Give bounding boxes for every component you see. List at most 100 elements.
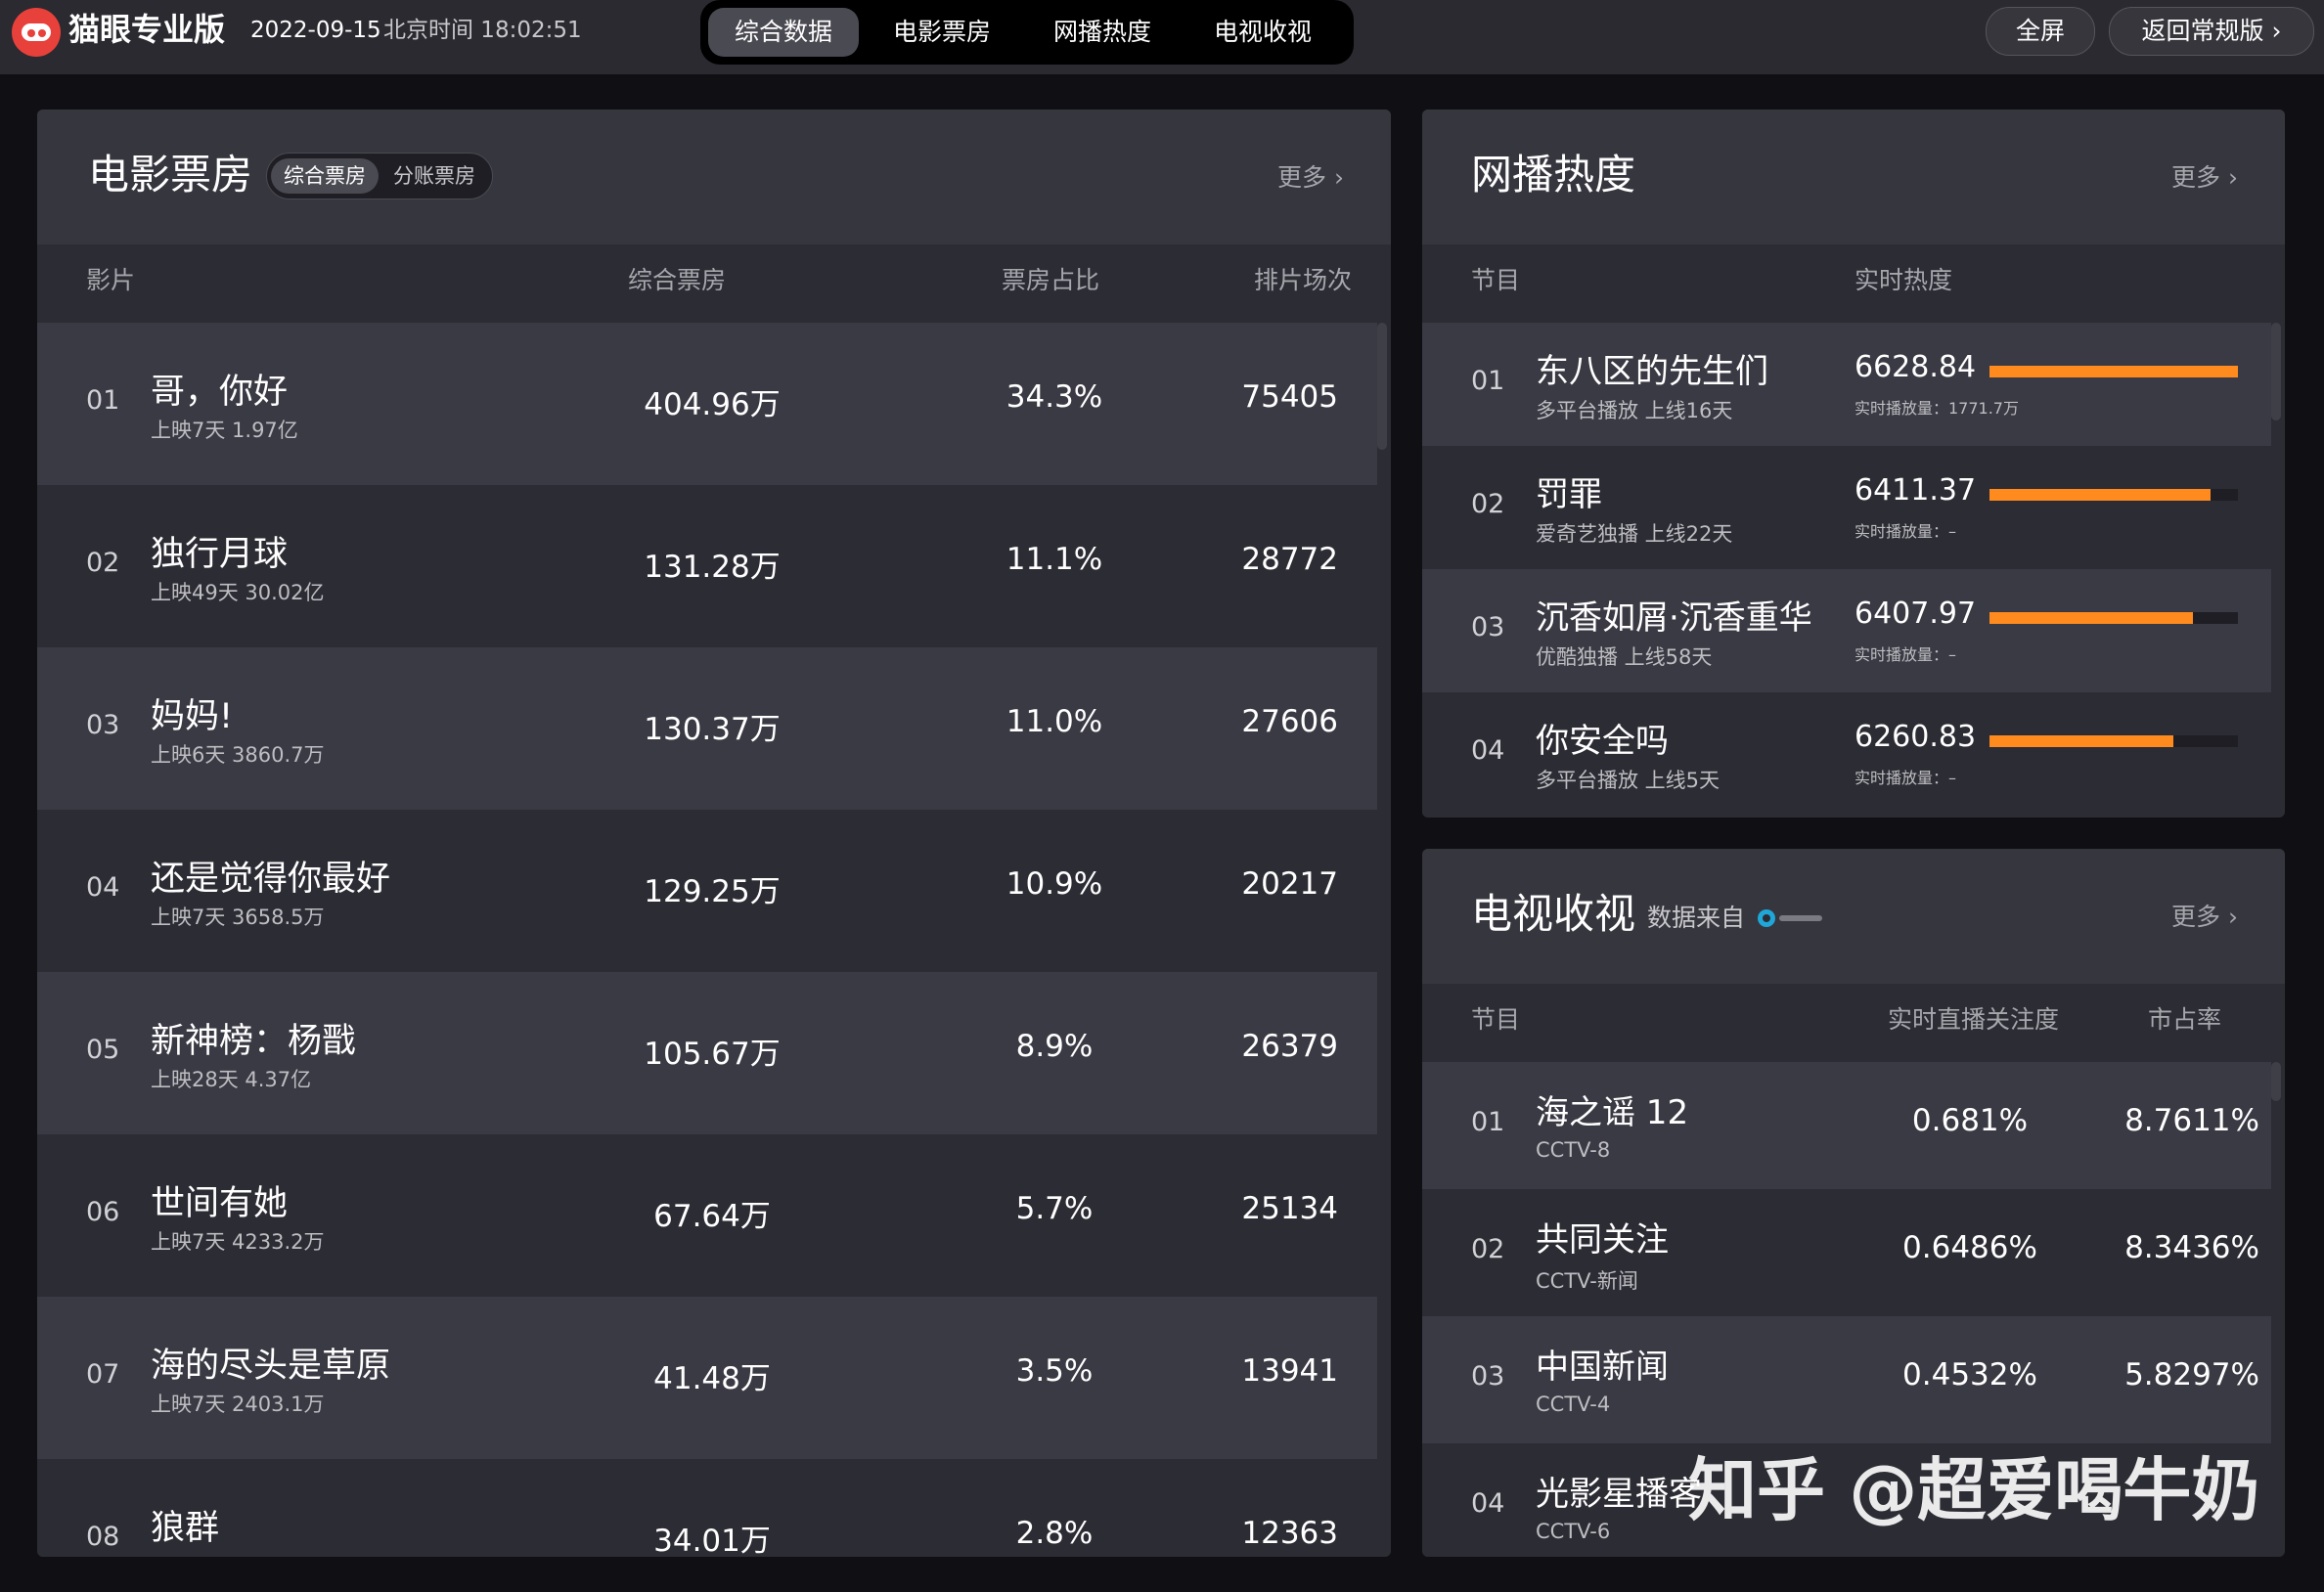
film-share: 8.9% [1015, 1029, 1094, 1064]
rank-number: 02 [86, 548, 120, 578]
rank-number: 01 [1471, 366, 1505, 396]
film-shows: 27606 [1241, 704, 1338, 739]
film-title: 还是觉得你最好 [151, 860, 391, 899]
rank-number: 04 [86, 872, 120, 903]
col-market-share: 市占率 [2148, 1005, 2222, 1034]
tv-channel: CCTV-新闻 [1536, 1269, 1638, 1293]
web-heat-row[interactable]: 04 你安全吗 多平台播放 上线5天 6260.83 实时播放量：– [1422, 692, 2271, 816]
web-heat-row[interactable]: 02 罚罪 爱奇艺独播 上线22天 6411.37 实时播放量：– [1422, 446, 2271, 569]
market-share-value: 5.8297% [2124, 1357, 2259, 1393]
film-share: 10.9% [1006, 866, 1103, 902]
tv-ratings-scrollbar[interactable] [2271, 1062, 2281, 1101]
heat-bar-fill [1989, 612, 2193, 624]
tv-channel: CCTV-8 [1536, 1138, 1611, 1162]
heat-bar-fill [1989, 366, 2238, 377]
heat-bar-fill [1989, 489, 2211, 501]
realtime-plays: 实时播放量：– [1855, 769, 1957, 787]
film-gross: 105.67万 [644, 1037, 781, 1072]
boxoffice-row[interactable]: 08 狼群 34.01万 2.8% 12363 [37, 1459, 1377, 1557]
tv-channel: CCTV-4 [1536, 1393, 1611, 1416]
csm-logo-icon [1757, 907, 1825, 929]
back-to-classic-button[interactable]: 返回常规版 › [2109, 7, 2314, 56]
tv-ratings-row[interactable]: 01 海之谣 12 CCTV-8 0.681% 8.7611% [1422, 1062, 2271, 1189]
rank-number: 01 [86, 385, 120, 416]
film-release-info: 上映7天 2403.1万 [151, 1393, 325, 1416]
boxoffice-row[interactable]: 05 新神榜：杨戬 上映28天 4.37亿 105.67万 8.9% 26379 [37, 972, 1377, 1134]
live-attention-value: 0.6486% [1902, 1230, 2037, 1265]
film-title: 世间有她 [151, 1184, 289, 1223]
tab-overview[interactable]: 综合数据 [708, 8, 859, 57]
boxoffice-panel: 电影票房 综合票房 分账票房 更多 › 影片 综合票房 票房占比 排片场次 01… [37, 110, 1391, 1557]
film-shows: 13941 [1241, 1353, 1338, 1389]
tv-data-source-label: 数据来自 [1647, 904, 1746, 932]
film-gross: 404.96万 [644, 387, 781, 422]
tv-program-title: 光影星播客 [1536, 1475, 1702, 1514]
market-share-value: 8.7611% [2124, 1103, 2259, 1138]
rank-number: 05 [86, 1035, 120, 1065]
tv-ratings-row[interactable]: 03 中国新闻 CCTV-4 0.4532% 5.8297% [1422, 1316, 2271, 1443]
boxoffice-more-link[interactable]: 更多 › [1277, 158, 1344, 194]
boxoffice-title: 电影票房 [88, 151, 253, 199]
toggle-combined-boxoffice[interactable]: 综合票房 [271, 158, 379, 194]
boxoffice-row[interactable]: 04 还是觉得你最好上映7天 3658.5万 129.25万 10.9% 20217 [37, 810, 1377, 972]
heat-bar [1989, 489, 2238, 501]
web-heat-panel: 网播热度 更多 › 节目 实时热度 01 东八区的先生们 多平台播放 上线16天 66… [1422, 110, 2285, 818]
program-title: 罚罪 [1536, 475, 1602, 514]
tab-boxoffice[interactable]: 电影票房 [867, 8, 1017, 57]
col-film: 影片 [86, 266, 136, 294]
film-release-info: 上映7天 3658.5万 [151, 906, 325, 929]
col-gross: 综合票房 [628, 266, 727, 294]
boxoffice-scrollbar[interactable] [1377, 323, 1387, 450]
film-shows: 26379 [1241, 1029, 1338, 1064]
rank-number: 02 [1471, 1234, 1505, 1264]
tab-web-heat[interactable]: 网播热度 [1027, 8, 1178, 57]
boxoffice-row[interactable]: 01 哥，你好 上映7天 1.97亿 404.96万 34.3% 75405 [37, 323, 1377, 485]
rank-number: 04 [1471, 735, 1505, 766]
web-heat-row[interactable]: 03 沉香如屑·沉香重华 优酷独播 上线58天 6407.97 实时播放量：– [1422, 569, 2271, 692]
web-heat-scrollbar[interactable] [2271, 323, 2281, 420]
boxoffice-row[interactable]: 06 世间有她 上映7天 4233.2万 67.64万 5.7% 25134 [37, 1134, 1377, 1297]
film-share: 34.3% [1006, 379, 1103, 415]
web-heat-more-link[interactable]: 更多 › [2171, 158, 2238, 194]
top-bar: 猫眼专业版 2022-09-15 北京时间 18:02:51 综合数据 电影票房… [0, 0, 2324, 74]
rank-number: 02 [1471, 489, 1505, 519]
fullscreen-button[interactable]: 全屏 [1986, 7, 2095, 56]
tv-ratings-title: 电视收视 [1471, 890, 1636, 938]
film-shows: 20217 [1241, 866, 1338, 902]
zhihu-watermark: 知乎 @超爱喝牛奶 [1688, 1450, 2260, 1530]
realtime-heat-value: 6407.97 [1855, 597, 1977, 631]
main-nav: 综合数据 电影票房 网播热度 电视收视 [700, 0, 1354, 65]
col-shows: 排片场次 [1254, 266, 1353, 294]
tv-ratings-more-link[interactable]: 更多 › [2171, 898, 2238, 933]
boxoffice-row[interactable]: 02 独行月球 上映49天 30.02亿 131.28万 11.1% 28772 [37, 485, 1377, 647]
boxoffice-row[interactable]: 07 海的尽头是草原 上映7天 2403.1万 41.48万 3.5% 13941 [37, 1297, 1377, 1459]
brand-name: 猫眼专业版 [68, 11, 226, 48]
rank-number: 08 [86, 1522, 120, 1552]
web-heat-row[interactable]: 01 东八区的先生们 多平台播放 上线16天 6628.84 实时播放量：1771.7万 [1422, 323, 2271, 446]
toggle-split-boxoffice[interactable]: 分账票房 [380, 158, 488, 194]
tv-ratings-row[interactable]: 02 共同关注 CCTV-新闻 0.6486% 8.3436% [1422, 1189, 2271, 1316]
film-release-info: 上映49天 30.02亿 [151, 581, 325, 604]
film-share: 2.8% [1015, 1516, 1094, 1551]
film-release-info: 上映28天 4.37亿 [151, 1068, 312, 1091]
film-gross: 130.37万 [644, 712, 781, 747]
program-platform-info: 多平台播放 上线5天 [1536, 769, 1721, 792]
rank-number: 03 [1471, 612, 1505, 642]
program-title: 东八区的先生们 [1536, 352, 1768, 391]
film-share: 3.5% [1015, 1353, 1094, 1389]
col-live-attention: 实时直播关注度 [1888, 1005, 2060, 1034]
realtime-plays: 实时播放量：1771.7万 [1855, 399, 2019, 418]
film-title: 哥，你好 [151, 373, 289, 412]
col-share: 票房占比 [1002, 266, 1100, 294]
boxoffice-row[interactable]: 03 妈妈! 上映6天 3860.7万 130.37万 11.0% 27606 [37, 647, 1377, 810]
film-release-info: 上映7天 1.97亿 [151, 419, 298, 442]
program-platform-info: 优酷独播 上线58天 [1536, 645, 1713, 669]
tv-channel: CCTV-6 [1536, 1520, 1611, 1543]
tv-program-title: 海之谣 12 [1536, 1093, 1689, 1132]
rank-number: 03 [1471, 1361, 1505, 1392]
film-gross: 129.25万 [644, 874, 781, 909]
program-platform-info: 爱奇艺独播 上线22天 [1536, 522, 1733, 546]
rank-number: 01 [1471, 1107, 1505, 1137]
realtime-heat-value: 6628.84 [1855, 350, 1977, 384]
tab-tv-ratings[interactable]: 电视收视 [1187, 8, 1338, 57]
